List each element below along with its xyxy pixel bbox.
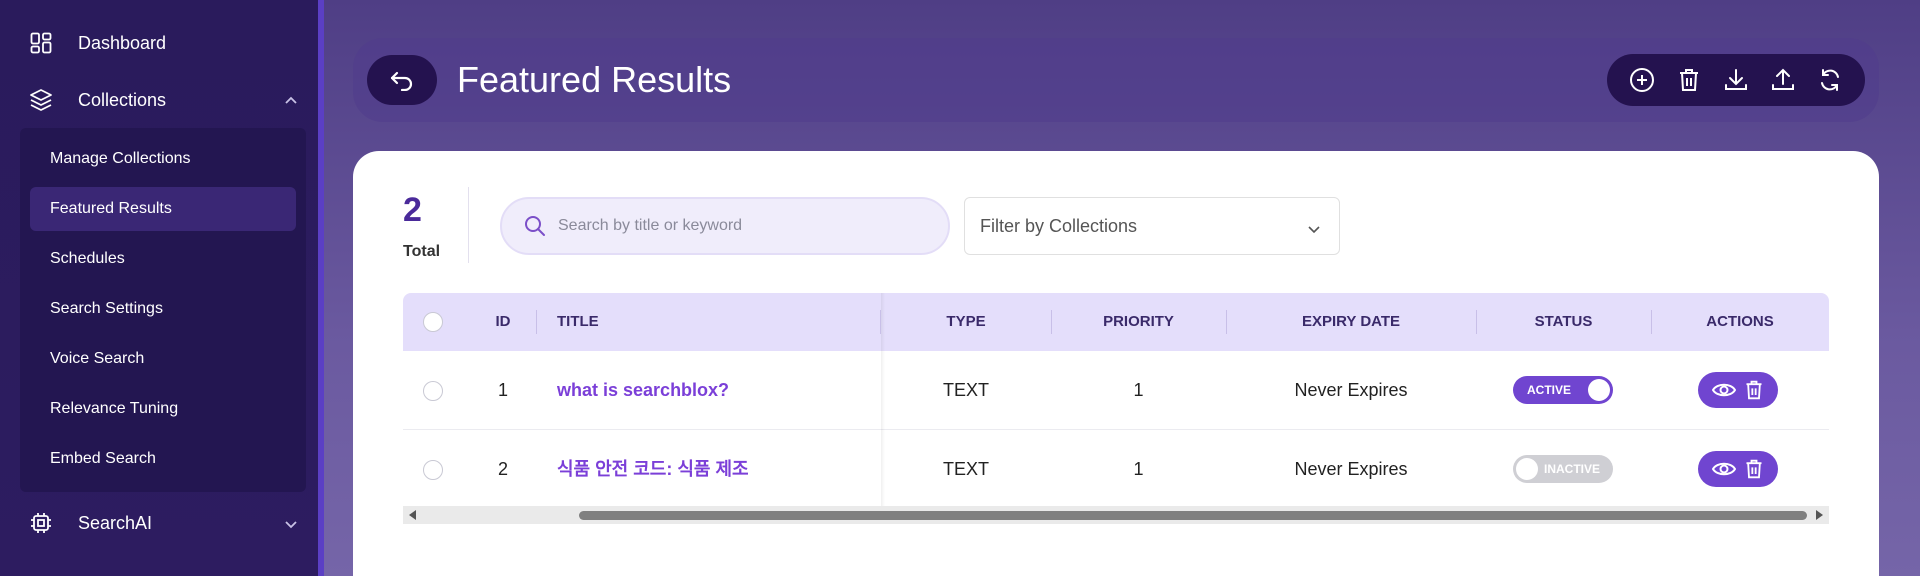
row-title-link[interactable]: what is searchblox? [557,351,877,430]
row-actions [1698,451,1778,487]
total-label: Total [403,243,441,260]
row-actions [1698,372,1778,408]
frozen-column-shadow [881,293,885,507]
row-expiry-date: Never Expires [1294,380,1408,400]
sidebar-item-featured-results[interactable]: Featured Results [30,187,296,231]
row-expiry-date: Never Expires [1294,459,1408,479]
download-icon [1724,69,1747,90]
delete-row-button[interactable] [1744,379,1764,401]
trash-icon [1746,380,1762,400]
column-header-id[interactable]: ID [483,293,523,351]
header-toolbar [1607,54,1865,106]
delete-button[interactable] [1673,64,1705,96]
upload-button[interactable] [1767,64,1799,96]
select-all-checkbox[interactable] [423,312,443,332]
row-type: TEXT [942,459,989,479]
row-type: TEXT [942,380,989,400]
view-button[interactable] [1712,380,1736,400]
trash-icon [1746,459,1762,479]
featured-results-table: ID TITLE TYPE PRIORITY EXPIRY DATE STATU… [403,293,1829,513]
back-arrow-icon [390,71,413,91]
page-header: Featured Results [353,38,1879,122]
row-id: 2 [497,459,508,479]
refresh-button[interactable] [1814,64,1846,96]
delete-row-button[interactable] [1744,458,1764,480]
collections-filter-select[interactable]: Filter by Collections [964,197,1340,255]
horizontal-scrollbar[interactable] [403,506,1829,524]
search-input[interactable] [558,217,918,235]
eye-icon [1712,462,1736,476]
filter-placeholder: Filter by Collections [980,215,1138,236]
view-button[interactable] [1712,459,1736,479]
sidebar-item-label: Collections [78,89,167,110]
upload-icon [1771,68,1794,90]
chevron-up-icon [284,92,298,113]
table-row: 2 식품 안전 코드: 식품 제조 TEXT 1 Never Expires I… [403,430,1829,509]
sidebar-item-collections[interactable]: Collections [28,80,298,120]
sidebar-item-voice-search[interactable]: Voice Search [30,337,296,381]
status-toggle-label: ACTIVE [1527,383,1572,397]
scrollbar-thumb[interactable] [579,511,1807,520]
sidebar-item-schedules[interactable]: Schedules [30,237,296,281]
chevron-down-icon [1307,220,1321,241]
chevron-down-icon [284,515,298,536]
column-separator [536,310,537,334]
row-id: 1 [497,380,508,400]
add-icon [1630,68,1655,92]
status-toggle-label: INACTIVE [1544,462,1601,476]
status-toggle[interactable]: ACTIVE [1513,376,1613,404]
sidebar-item-label: Dashboard [78,32,167,53]
search-box [500,197,950,255]
add-button[interactable] [1626,64,1658,96]
status-toggle[interactable]: INACTIVE [1513,455,1613,483]
eye-icon [1712,383,1736,397]
column-header-expiry-date[interactable]: EXPIRY DATE [1226,293,1476,351]
column-header-actions: ACTIONS [1706,313,1774,330]
table-header: ID TITLE TYPE PRIORITY EXPIRY DATE STATU… [403,293,1829,351]
table-row: 1 what is searchblox? TEXT 1 Never Expir… [403,351,1829,430]
sidebar-item-label: SearchAI [78,512,153,533]
column-header-type[interactable]: TYPE [881,293,1051,351]
search-icon [525,216,545,236]
collections-submenu: Manage Collections Featured Results Sche… [20,128,306,492]
sidebar-item-relevance-tuning[interactable]: Relevance Tuning [30,387,296,431]
sidebar-item-search-settings[interactable]: Search Settings [30,287,296,331]
back-button[interactable] [367,55,437,105]
page-title: Featured Results [457,59,732,100]
sidebar-item-manage-collections[interactable]: Manage Collections [30,137,296,181]
layers-icon [28,87,54,113]
sidebar-item-searchai[interactable]: SearchAI [28,503,298,543]
chip-icon [28,510,54,536]
column-header-status[interactable]: STATUS [1476,293,1651,351]
sidebar-item-embed-search[interactable]: Embed Search [30,437,296,481]
refresh-icon [1820,69,1839,91]
download-button[interactable] [1720,64,1752,96]
featured-results-card: 2 Total Filter by Collections ID TITLE T… [353,151,1879,576]
column-header-priority[interactable]: PRIORITY [1051,293,1226,351]
row-checkbox[interactable] [423,460,443,480]
sidebar: Dashboard Collections Manage Collections… [0,0,324,576]
dashboard-icon [28,30,54,56]
divider [468,187,469,263]
row-title-link[interactable]: 식품 안전 코드: 식품 제조 [557,430,877,509]
row-priority: 1 [1133,459,1144,479]
column-header-title[interactable]: TITLE [557,293,757,351]
sidebar-item-dashboard[interactable]: Dashboard [28,23,298,63]
toggle-knob [1588,379,1610,401]
row-checkbox[interactable] [423,381,443,401]
total-count: 2 [403,191,422,229]
row-priority: 1 [1133,380,1144,400]
trash-icon [1680,69,1699,91]
scroll-right-arrow-icon[interactable] [1816,510,1823,520]
scroll-left-arrow-icon[interactable] [409,510,416,520]
toggle-knob [1516,458,1538,480]
